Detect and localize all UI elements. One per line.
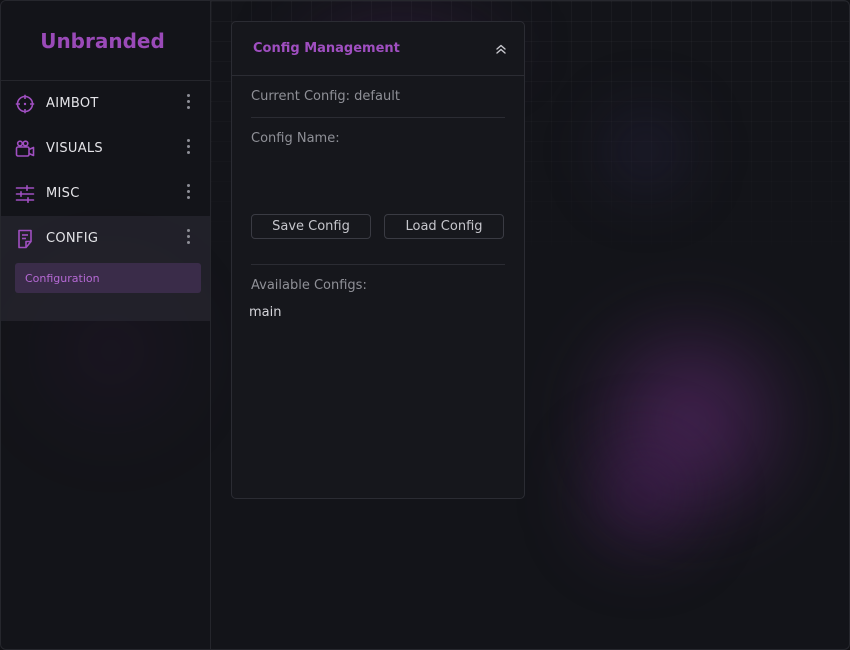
current-config-label: Current Config: default (251, 76, 505, 118)
sidebar-item-misc[interactable]: MISC (1, 171, 210, 216)
sliders-icon (15, 184, 35, 204)
document-icon (15, 229, 35, 249)
sidebar-item-label: CONFIG (46, 231, 99, 246)
save-config-button[interactable]: Save Config (251, 214, 371, 239)
config-name-input[interactable] (251, 152, 505, 208)
crosshair-icon (15, 94, 35, 114)
divider (251, 264, 505, 265)
panel-header: Config Management (232, 22, 524, 76)
brand-title: Unbranded (1, 1, 210, 81)
sidebar-item-visuals[interactable]: VISUALS (1, 126, 210, 171)
sidebar-submenu: Configuration (1, 261, 210, 321)
config-management-panel: Config Management Current Config: defaul… (231, 21, 525, 499)
config-list-item[interactable]: main (249, 305, 505, 323)
collapse-icon[interactable] (494, 42, 508, 56)
sidebar-item-config[interactable]: CONFIG (1, 216, 210, 261)
camera-icon (15, 139, 35, 159)
sidebar-subitem-configuration[interactable]: Configuration (15, 263, 201, 293)
sidebar: Unbranded AIMBOT VISUALS MISC CONFIG Con… (1, 1, 211, 649)
config-name-label: Config Name: (251, 131, 340, 146)
more-options-icon[interactable] (187, 139, 190, 154)
panel-title: Config Management (253, 41, 400, 56)
background-glow (591, 91, 701, 211)
sidebar-item-label: VISUALS (46, 141, 103, 156)
sidebar-item-aimbot[interactable]: AIMBOT (1, 81, 210, 126)
more-options-icon[interactable] (187, 184, 190, 199)
load-config-button[interactable]: Load Config (384, 214, 504, 239)
available-configs-label: Available Configs: (251, 278, 367, 293)
sidebar-item-label: AIMBOT (46, 96, 99, 111)
panel-body: Current Config: default Config Name: Sav… (232, 76, 524, 323)
more-options-icon[interactable] (187, 94, 190, 109)
more-options-icon[interactable] (187, 229, 190, 244)
button-row: Save Config Load Config (251, 214, 505, 239)
config-list: main (249, 305, 505, 323)
app-window: Unbranded AIMBOT VISUALS MISC CONFIG Con… (0, 0, 850, 650)
sidebar-item-label: MISC (46, 186, 80, 201)
background-glow (561, 421, 721, 571)
